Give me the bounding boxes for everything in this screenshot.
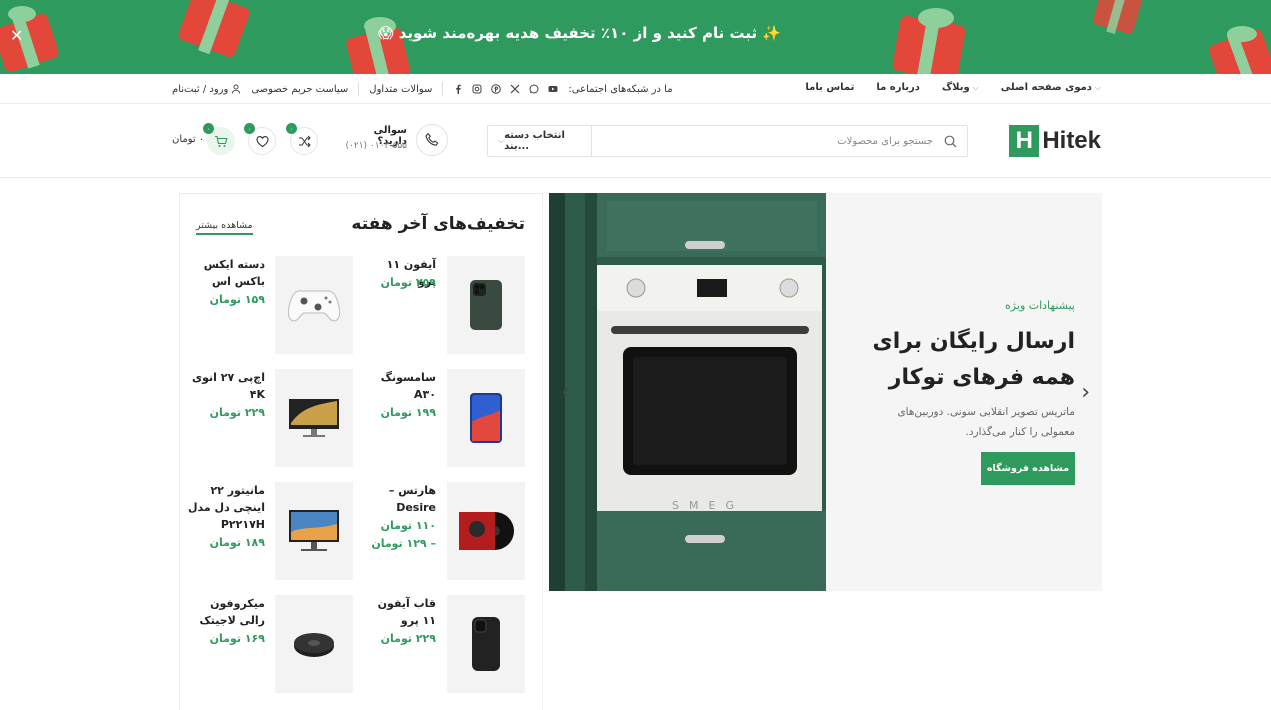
cart-icon xyxy=(215,135,228,147)
youtube-icon[interactable] xyxy=(548,84,558,94)
vinyl-record-icon xyxy=(459,512,514,550)
search-icon[interactable] xyxy=(933,135,967,148)
slider-next-arrow[interactable]: › xyxy=(1081,382,1090,404)
view-more-link[interactable]: مشاهده بیشتر xyxy=(196,220,253,235)
login-link[interactable]: ورود / ثبت‌نام xyxy=(172,84,241,95)
search-input[interactable] xyxy=(592,135,933,147)
product-name[interactable]: سامسونگ A۳۰ xyxy=(370,369,436,403)
phone-case-icon xyxy=(472,617,500,671)
slider-prev-arrow[interactable]: ‹ xyxy=(561,382,570,404)
product-price: ۱۶۹ تومان xyxy=(209,632,265,645)
weekend-deals-panel: تخفیف‌های آخر هفته مشاهده بیشتر آیفون ۱۱… xyxy=(179,193,543,710)
shop-button[interactable]: مشاهده فروشگاه xyxy=(981,452,1075,485)
hp-monitor-icon xyxy=(289,399,339,437)
divider xyxy=(358,82,360,96)
hero-title: ارسال رایگان برای همه فرهای توکار xyxy=(872,329,1075,390)
product-price: ۱۵۹ تومان xyxy=(209,293,265,306)
cart-total[interactable]: ۰ تومان xyxy=(172,134,204,145)
speakerphone-icon xyxy=(294,633,334,657)
gift-icon xyxy=(178,0,250,58)
search-bar: انتخاب دسته بند... ⌵ xyxy=(487,125,968,157)
product-price: ۲۵۹ تومان xyxy=(380,276,436,289)
nav-item-blog[interactable]: وبلاگ ⌵ xyxy=(942,82,979,93)
hero-copy: پیشنهادات ویژه ارسال رایگان برای همه فره… xyxy=(845,299,1075,442)
whatsapp-icon[interactable] xyxy=(529,84,539,94)
product-price: ۱۹۹ تومان xyxy=(380,406,436,419)
promo-text: ✨ ثبت نام کنید و از ۱۰٪ تخفیف هدیه بهره‌… xyxy=(377,24,781,42)
product-name[interactable]: هارتس – Desire xyxy=(370,482,436,516)
hero-slider: SMEG ‹ › پیشنهادات ویژه ارسال رایگان برا… xyxy=(549,193,1102,591)
divider xyxy=(442,82,444,96)
product-price: – ۱۲۹ تومان xyxy=(371,537,436,550)
oven-image: SMEG xyxy=(549,193,826,591)
cart-count-badge: ۰ xyxy=(203,123,214,134)
x-icon[interactable] xyxy=(510,84,520,94)
logo-text: Hitek xyxy=(1042,127,1101,154)
nav-item-about[interactable]: درباره ما xyxy=(876,82,920,93)
gift-icon xyxy=(1093,0,1142,34)
samsung-phone-icon xyxy=(470,393,502,443)
product-price: ۲۲۹ تومان xyxy=(209,406,265,419)
site-header: H Hitek انتخاب دسته بند... ⌵ سوالی دارید… xyxy=(0,104,1271,178)
phone-number[interactable]: (۰۲۱) ۰۱۰۳-۵۵۵ xyxy=(345,141,407,151)
utility-bar: دموی صفحه اصلی ⌵ وبلاگ ⌵ درباره ما تماس با… xyxy=(0,74,1271,104)
wishlist-count-badge: ۰ xyxy=(244,123,255,134)
product-image[interactable] xyxy=(447,482,525,580)
logo-mark: H xyxy=(1009,125,1040,157)
product-name[interactable]: قاب آیفون ۱۱ پرو xyxy=(370,595,436,629)
category-select[interactable]: انتخاب دسته بند... ⌵ xyxy=(488,126,592,156)
instagram-icon[interactable] xyxy=(472,84,482,94)
product-name[interactable]: اچ‌پی ۲۷ انوی ۴K xyxy=(187,369,265,403)
chevron-down-icon: ⌵ xyxy=(1094,82,1101,92)
faq-link[interactable]: سوالات متداول xyxy=(369,84,432,95)
privacy-link[interactable]: سیاست حریم خصوصی xyxy=(251,84,348,95)
product-image[interactable] xyxy=(275,482,353,580)
compare-count-badge: ۰ xyxy=(286,123,297,134)
utility-links: ما در شبکه‌های اجتماعی: سوالات متداول سی… xyxy=(172,82,673,96)
cart-button[interactable]: ۰ xyxy=(203,123,235,155)
heart-icon xyxy=(255,135,269,147)
gift-icon xyxy=(1209,26,1271,74)
category-select-label: انتخاب دسته بند... xyxy=(504,130,565,152)
product-image[interactable] xyxy=(447,595,525,693)
product-image[interactable] xyxy=(275,595,353,693)
dell-monitor-icon xyxy=(289,510,339,551)
product-image[interactable] xyxy=(447,256,525,354)
xbox-controller-icon xyxy=(288,290,340,322)
shuffle-icon xyxy=(298,135,311,147)
social-icons xyxy=(453,84,558,94)
gift-icon xyxy=(892,8,966,74)
promo-banner: ✨ ثبت نام کنید و از ۱۰٪ تخفیف هدیه بهره‌… xyxy=(0,0,1271,74)
nav-item-home-demo[interactable]: دموی صفحه اصلی ⌵ xyxy=(1001,82,1101,93)
compare-button[interactable]: ۰ xyxy=(286,123,318,155)
product-image[interactable] xyxy=(275,256,353,354)
login-label: ورود / ثبت‌نام xyxy=(172,83,229,95)
chevron-down-icon: ⌵ xyxy=(972,82,979,92)
product-price: ۱۸۹ تومان xyxy=(209,536,265,549)
product-image[interactable] xyxy=(447,369,525,467)
deals-title: تخفیف‌های آخر هفته xyxy=(351,214,525,234)
product-price: ۲۲۹ تومان xyxy=(380,632,436,645)
nav-item-contact[interactable]: تماس باما xyxy=(805,82,854,93)
product-name[interactable]: مانیتور ۲۲ اینچی دل مدل P۲۲۱۷H xyxy=(187,482,265,533)
product-name[interactable]: میکروفون رالی لاجیتک xyxy=(187,595,265,629)
product-price: ۱۱۰ تومان xyxy=(380,519,436,532)
product-image[interactable] xyxy=(275,369,353,467)
facebook-icon[interactable] xyxy=(453,84,463,94)
iphone-icon xyxy=(470,280,502,330)
nav-item-label: وبلاگ xyxy=(941,82,970,93)
phone-icon[interactable] xyxy=(416,124,448,156)
hero-description: ماتریس تصویر انقلابی سونی. دوربین‌های مع… xyxy=(897,406,1075,438)
wishlist-button[interactable]: ۰ xyxy=(244,123,276,155)
site-logo[interactable]: H Hitek xyxy=(1009,125,1101,157)
pinterest-icon[interactable] xyxy=(491,84,502,94)
top-navigation: دموی صفحه اصلی ⌵ وبلاگ ⌵ درباره ما تماس با… xyxy=(805,82,1101,93)
close-icon[interactable]: ✕ xyxy=(10,28,23,44)
user-icon xyxy=(232,84,241,94)
nav-item-label: دموی صفحه اصلی xyxy=(1000,82,1092,93)
social-label: ما در شبکه‌های اجتماعی: xyxy=(568,83,673,95)
oven-brand-text: SMEG xyxy=(672,499,744,512)
hero-subtitle: پیشنهادات ویژه xyxy=(1005,299,1075,312)
product-name[interactable]: دسته ایکس باکس اس xyxy=(187,256,265,290)
